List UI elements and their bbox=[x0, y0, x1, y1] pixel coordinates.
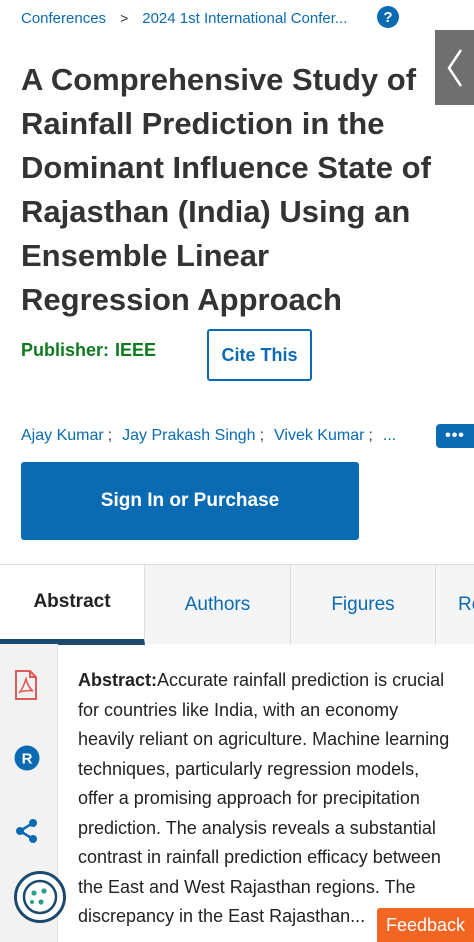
r-icon[interactable]: R bbox=[14, 745, 40, 771]
author-separator: ; bbox=[368, 427, 373, 444]
author-link[interactable]: Ajay Kumar bbox=[21, 427, 104, 445]
cite-this-button[interactable]: Cite This bbox=[207, 329, 312, 381]
breadcrumb-conferences-link[interactable]: Conferences bbox=[21, 10, 106, 27]
cookie-icon bbox=[22, 879, 58, 915]
sign-in-purchase-button[interactable]: Sign In or Purchase bbox=[21, 462, 359, 540]
abstract-label: Abstract: bbox=[78, 670, 158, 690]
abstract-text: Abstract:Accurate rainfall prediction is… bbox=[78, 666, 458, 932]
publisher: Publisher: IEEE bbox=[21, 340, 156, 361]
page-title: A Comprehensive Study of Rainfall Predic… bbox=[21, 62, 431, 317]
tab-abstract[interactable]: Abstract bbox=[0, 565, 145, 645]
authors-ellipsis: ... bbox=[382, 427, 397, 444]
chevron-left-icon bbox=[446, 48, 462, 87]
more-authors-button[interactable]: ••• bbox=[436, 424, 474, 448]
author-separator: ; bbox=[259, 427, 265, 444]
share-icon[interactable] bbox=[14, 818, 40, 844]
document-tabs: Abstract Authors Figures Re bbox=[0, 564, 474, 645]
tab-references[interactable]: Re bbox=[436, 565, 474, 645]
author-link[interactable]: Vivek Kumar bbox=[274, 427, 364, 445]
author-link[interactable]: Jay Prakash Singh bbox=[122, 427, 255, 445]
pdf-icon[interactable] bbox=[14, 670, 38, 700]
cookie-settings-button[interactable] bbox=[14, 871, 66, 923]
breadcrumb-conference-link[interactable]: 2024 1st International Confer... bbox=[142, 10, 347, 27]
feedback-button[interactable]: Feedback bbox=[377, 908, 474, 942]
side-panel-toggle[interactable] bbox=[435, 30, 474, 105]
author-list: Ajay Kumar ; Jay Prakash Singh ; Vivek K… bbox=[21, 425, 396, 447]
author-separator: ; bbox=[107, 427, 113, 444]
tab-authors[interactable]: Authors bbox=[145, 565, 291, 645]
publisher-name: IEEE bbox=[115, 340, 157, 360]
help-icon[interactable]: ? bbox=[377, 6, 399, 28]
svg-text:R: R bbox=[22, 751, 33, 768]
abstract-body: Accurate rainfall prediction is crucial … bbox=[78, 670, 450, 926]
breadcrumb-separator: > bbox=[120, 10, 129, 26]
breadcrumb: Conferences > 2024 1st International Con… bbox=[21, 7, 347, 29]
tab-figures[interactable]: Figures bbox=[291, 565, 436, 645]
publisher-label: Publisher: bbox=[21, 340, 110, 360]
